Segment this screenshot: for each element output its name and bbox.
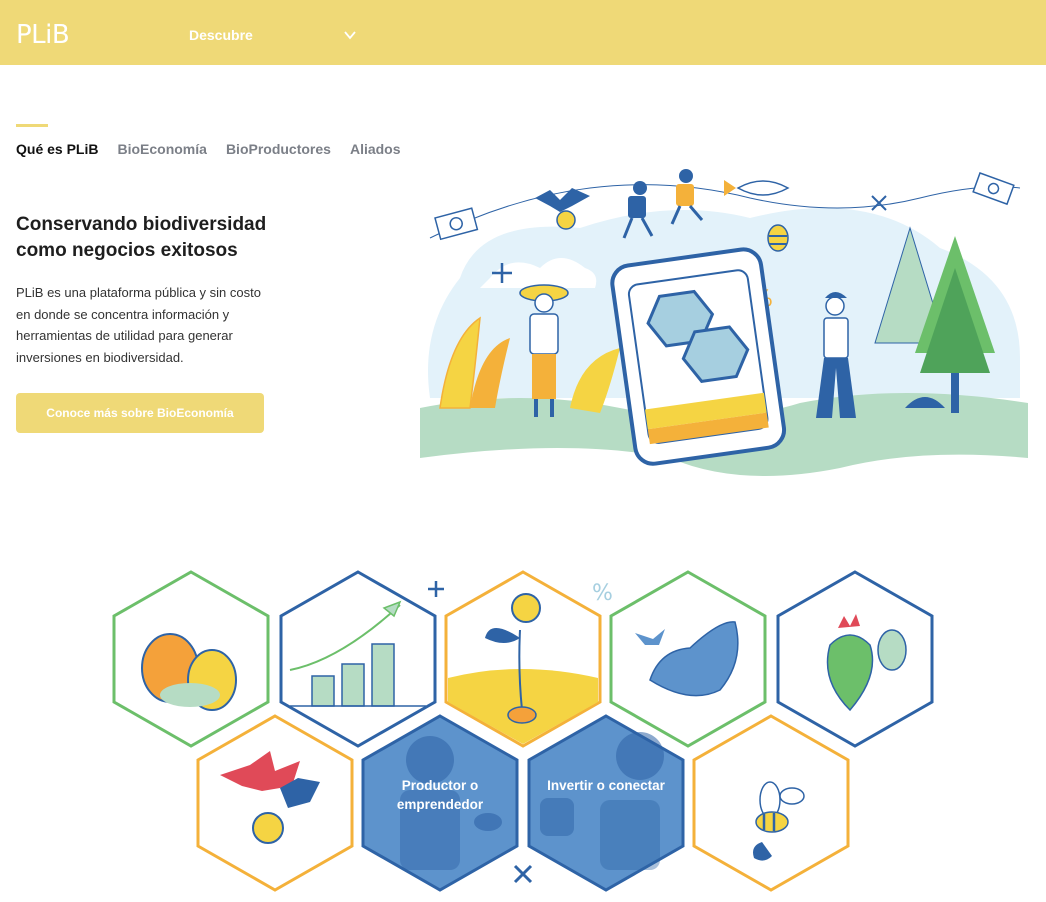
hex-cactus-fruit[interactable] (776, 570, 934, 748)
percent-icon: % (592, 581, 613, 606)
tab-que-es-plib[interactable]: Qué es PLiB (16, 141, 98, 157)
plib-logo[interactable]: PLiB (16, 20, 70, 50)
active-tab-indicator (16, 124, 48, 127)
learn-bioeconomy-button[interactable]: Conoce más sobre BioEconomía (16, 393, 264, 433)
tab-aliados[interactable]: Aliados (350, 141, 401, 157)
plus-icon (428, 581, 444, 597)
hex-growth-chart[interactable] (279, 570, 437, 748)
x-icon (513, 864, 533, 884)
hex-investor[interactable] (527, 714, 685, 892)
growth-chart-icon (311, 675, 335, 707)
hero-title: Conservando biodiversidad como negocios … (16, 214, 267, 261)
section-tabs: Qué es PLiB BioEconomía BioProductores A… (16, 141, 420, 157)
hero-illustration: % (420, 169, 1028, 476)
hex-whale[interactable] (609, 570, 767, 748)
hex-bee[interactable] (692, 714, 850, 892)
discover-dropdown[interactable]: Descubre (189, 27, 357, 43)
bee-icon (755, 811, 789, 833)
investor-person-icon (616, 732, 664, 780)
discover-dropdown-label: Descubre (189, 27, 253, 43)
hero-description: PLiB es una plataforma pública y sin cos… (16, 285, 261, 365)
hex-squash[interactable] (112, 570, 270, 748)
producer-hex-label[interactable]: Productor o emprendedor (380, 776, 500, 814)
investor-hex-label[interactable]: Invertir o conectar (546, 776, 666, 795)
seedling-sun-icon (511, 593, 541, 623)
bioeconomy-hexagon-grid: % (112, 570, 934, 892)
hex-bat[interactable] (196, 714, 354, 892)
top-navigation-bar: PLiB Descubre (0, 0, 1046, 65)
tab-bioeconomia[interactable]: BioEconomía (117, 141, 206, 157)
hex-seedling[interactable] (444, 570, 602, 748)
tab-bioproductores[interactable]: BioProductores (226, 141, 331, 157)
chevron-down-icon (344, 31, 356, 40)
